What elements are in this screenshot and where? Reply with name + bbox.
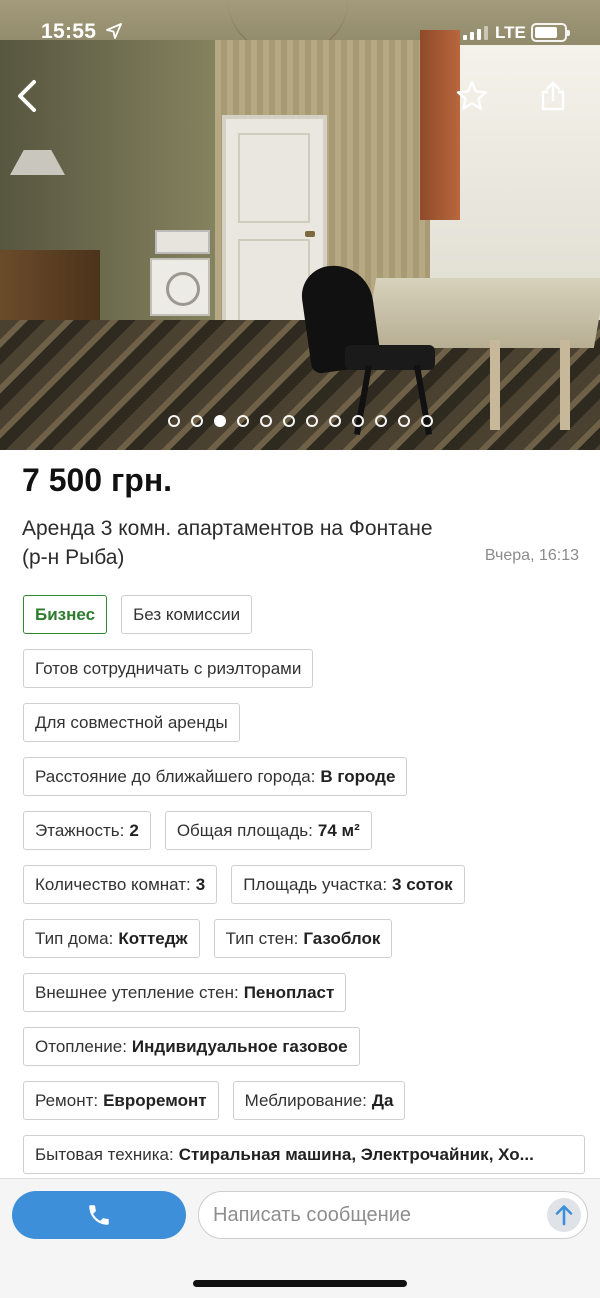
tag-distance: Расстояние до ближайшего города: В городе — [23, 757, 408, 796]
tag-label: Внешнее утепление стен: — [35, 982, 239, 1002]
gallery-dot[interactable] — [420, 415, 433, 427]
tag-label: Этажность: — [35, 820, 125, 840]
gallery-dot[interactable] — [190, 415, 203, 427]
photo-microwave — [155, 230, 210, 254]
tag-value: Стиральная машина, Электрочайник, Хо... — [178, 1144, 534, 1164]
listing-photo[interactable] — [0, 0, 600, 450]
tag-joint-rent: Для совместной аренды — [23, 703, 240, 742]
network-label: LTE — [495, 23, 526, 42]
tag-label: Общая площадь: — [176, 820, 313, 840]
gallery-pagination[interactable] — [0, 415, 600, 427]
tag-value: Коттедж — [118, 928, 188, 948]
message-input[interactable] — [213, 1192, 533, 1238]
listing-title: Аренда 3 комн. апартаментов на Фонтане (… — [22, 517, 433, 569]
listing-attributes: Бизнес Без комиссии Готов сотрудничать с… — [23, 595, 588, 1189]
tag-label: Меблирование: — [244, 1090, 367, 1110]
tag-label: Тип стен: — [225, 928, 299, 948]
gallery-dot[interactable] — [351, 415, 364, 427]
photo-washer — [150, 258, 210, 316]
tag-furnished: Меблирование: Да — [232, 1081, 406, 1120]
gallery-dot[interactable] — [259, 415, 272, 427]
tag-floors: Этажность: 2 — [23, 811, 151, 850]
tag-heating: Отопление: Индивидуальное газовое — [23, 1027, 360, 1066]
tag-value: Евроремонт — [103, 1090, 207, 1110]
tag-value: Газоблок — [303, 928, 381, 948]
gallery-dot[interactable] — [282, 415, 295, 427]
gallery-dot[interactable] — [213, 415, 226, 427]
send-button[interactable] — [547, 1198, 581, 1232]
tag-wall-type: Тип стен: Газоблок — [213, 919, 393, 958]
tag-label: Площадь участка: — [243, 874, 388, 894]
tag-value: 2 — [129, 820, 139, 840]
tag-area: Общая площадь: 74 м² — [164, 811, 372, 850]
battery-icon — [531, 23, 570, 42]
gallery-dot[interactable] — [397, 415, 410, 427]
photo-table — [363, 278, 600, 348]
tag-appliances: Бытовая техника: Стиральная машина, Элект… — [23, 1135, 585, 1174]
share-icon — [541, 81, 565, 111]
status-time: 15:55 — [41, 20, 97, 43]
share-button[interactable] — [531, 74, 575, 118]
tag-value: Пенопласт — [243, 982, 335, 1002]
gallery-dot[interactable] — [236, 415, 249, 427]
tag-label: Расстояние до ближайшего города: — [35, 766, 316, 786]
listing-date: Вчера, 16:13 — [484, 547, 579, 564]
location-arrow-icon — [106, 23, 122, 39]
tag-label: Отопление: — [35, 1036, 127, 1056]
gallery-dot[interactable] — [167, 415, 180, 427]
bottom-action-bar — [0, 1178, 600, 1298]
tag-label: Ремонт: — [35, 1090, 99, 1110]
back-button[interactable] — [6, 74, 50, 118]
gallery-dot[interactable] — [328, 415, 341, 427]
tag-business: Бизнес — [23, 595, 108, 634]
call-button[interactable] — [12, 1191, 186, 1239]
tag-house-type: Тип дома: Коттедж — [23, 919, 200, 958]
tag-plot: Площадь участка: 3 соток — [231, 865, 465, 904]
favorite-button[interactable] — [450, 74, 494, 118]
tag-value: В городе — [320, 766, 396, 786]
gallery-dot[interactable] — [374, 415, 387, 427]
tag-realtors: Готов сотрудничать с риэлторами — [23, 649, 314, 688]
message-field[interactable] — [198, 1191, 588, 1239]
tag-label: Тип дома: — [35, 928, 114, 948]
signal-icon — [463, 26, 488, 40]
tag-label: Количество комнат: — [35, 874, 191, 894]
home-indicator[interactable] — [193, 1280, 407, 1287]
tag-value: Да — [371, 1090, 394, 1110]
tag-value: 74 м² — [317, 820, 360, 840]
tag-no-commission: Без комиссии — [121, 595, 253, 634]
send-arrow-icon — [555, 1205, 573, 1226]
gallery-dot[interactable] — [305, 415, 318, 427]
tag-value: 3 соток — [392, 874, 453, 894]
tag-repair: Ремонт: Евроремонт — [23, 1081, 219, 1120]
tag-insulation: Внешнее утепление стен: Пенопласт — [23, 973, 347, 1012]
tag-value: 3 — [195, 874, 206, 894]
star-icon — [456, 81, 488, 110]
back-arrow-icon — [18, 80, 36, 112]
tag-value: Индивидуальное газовое — [131, 1036, 348, 1056]
listing-price: 7 500 грн. — [22, 462, 173, 498]
tag-label: Бытовая техника: — [35, 1144, 174, 1164]
phone-icon — [89, 1205, 109, 1225]
tag-rooms: Количество комнат: 3 — [23, 865, 218, 904]
status-bar: 15:55 LTE — [0, 0, 600, 66]
